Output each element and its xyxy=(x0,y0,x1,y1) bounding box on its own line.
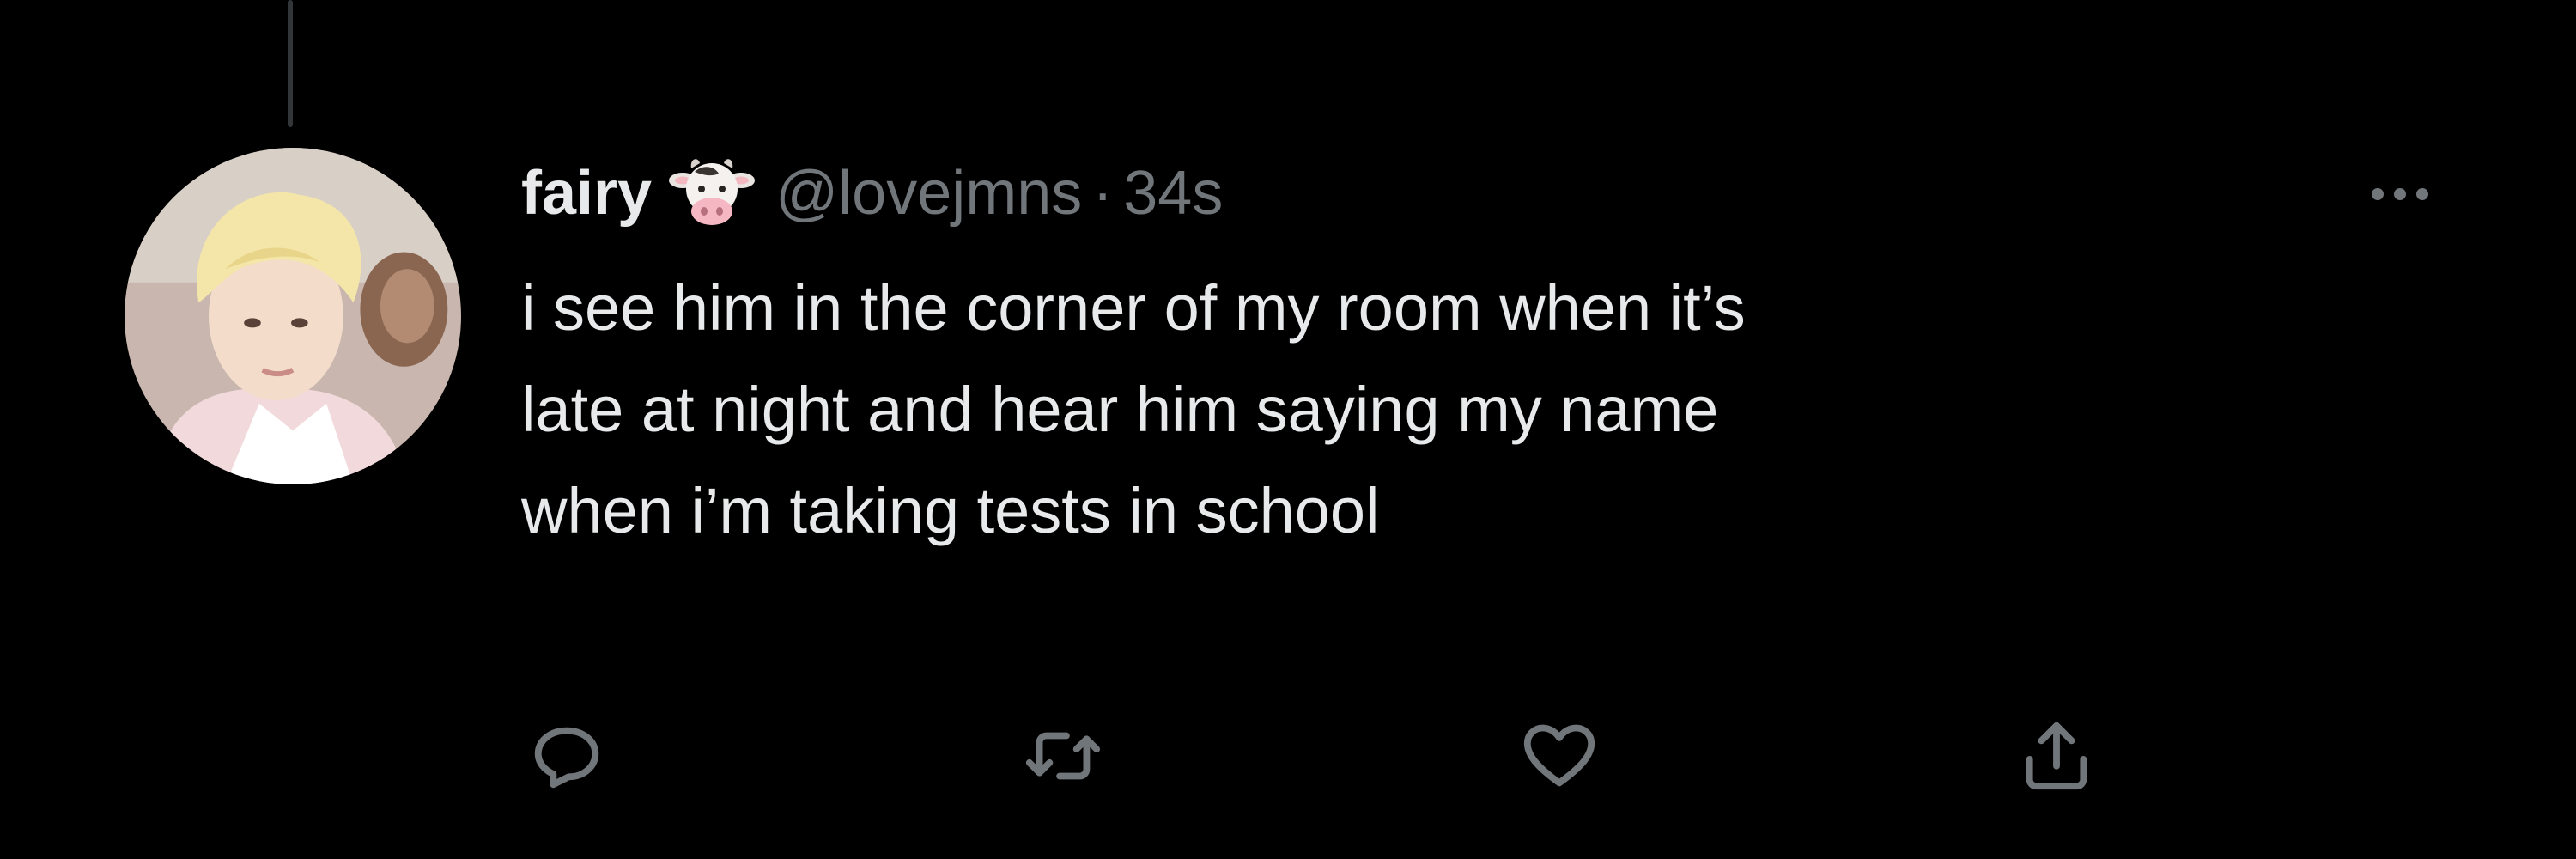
reply-icon xyxy=(534,727,599,789)
more-options-button[interactable] xyxy=(2353,168,2447,220)
like-icon xyxy=(1523,724,1595,787)
username-handle[interactable]: @lovejmns xyxy=(775,158,1082,228)
thread-connector-line xyxy=(288,0,293,127)
tweet-header: fairy @lovejmns · 34s xyxy=(521,155,1223,232)
timestamp[interactable]: 34s xyxy=(1123,158,1223,228)
cow-face-icon xyxy=(669,155,756,232)
display-name[interactable]: fairy xyxy=(521,158,652,228)
avatar[interactable] xyxy=(125,148,461,484)
more-dot xyxy=(2394,188,2406,200)
retweet-button[interactable] xyxy=(1012,704,1115,807)
share-button[interactable] xyxy=(2005,704,2108,807)
separator-dot: · xyxy=(1092,159,1114,228)
more-dot xyxy=(2416,188,2428,200)
reply-button[interactable] xyxy=(515,704,618,807)
like-button[interactable] xyxy=(1508,704,1611,807)
retweet-icon xyxy=(1025,732,1101,780)
tweet-action-bar xyxy=(0,704,2576,807)
share-icon xyxy=(2026,722,2087,790)
tweet[interactable]: fairy @lovejmns · 34s i see him in the c… xyxy=(0,0,2576,859)
tweet-text: i see him in the corner of my room when … xyxy=(521,272,1746,546)
more-dot xyxy=(2372,188,2384,200)
